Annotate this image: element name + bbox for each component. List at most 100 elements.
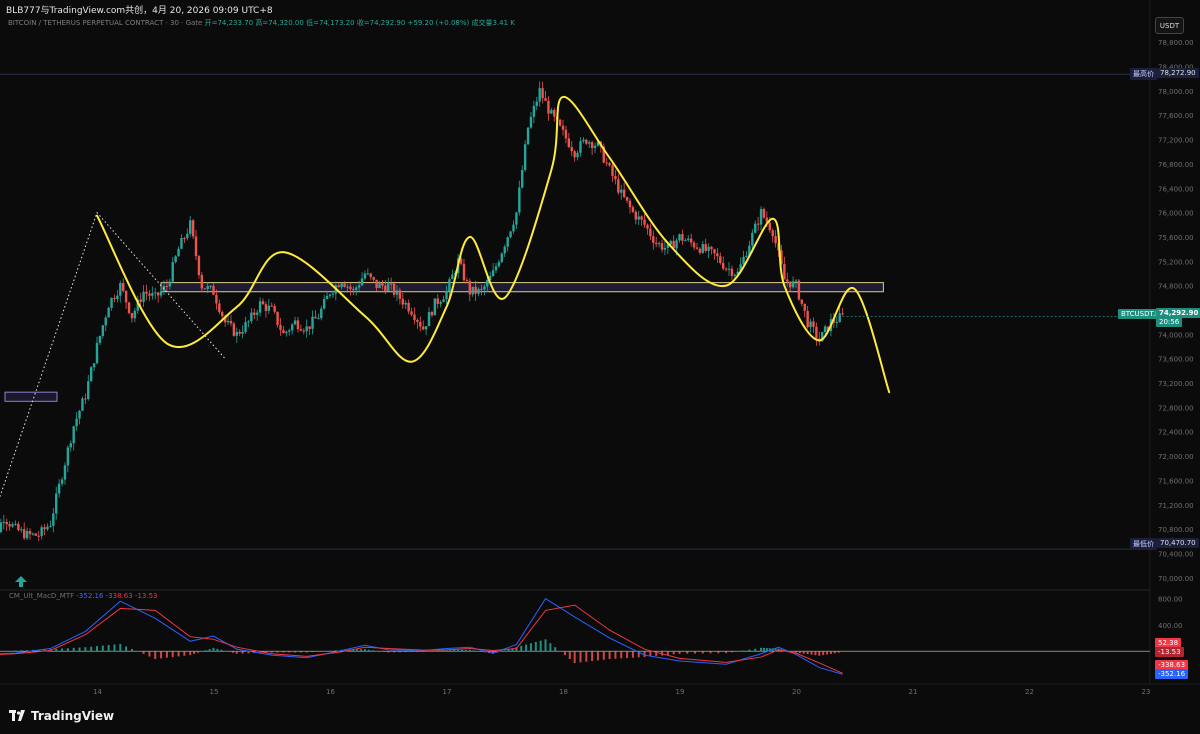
up-arrow-icon: [15, 576, 27, 587]
candle-body: [617, 179, 620, 193]
histogram-bar: [387, 651, 390, 653]
candle-body: [43, 527, 46, 530]
candle-body: [751, 232, 754, 246]
candle-body: [515, 212, 518, 225]
candle-body: [663, 247, 667, 250]
candle-body: [381, 283, 384, 286]
candle-body: [675, 240, 678, 249]
candle-body: [148, 293, 151, 296]
time-tick-label: 22: [1025, 688, 1034, 696]
candle-body: [631, 207, 635, 212]
histogram-bar: [686, 651, 689, 654]
candle-body: [573, 151, 576, 158]
candle-body: [727, 268, 731, 270]
candle-body: [608, 163, 611, 166]
candle-body: [503, 246, 506, 254]
macd-tick-label: 800.00: [1158, 596, 1183, 604]
candle-body: [681, 234, 684, 241]
histogram-bar: [379, 651, 382, 652]
candle-body: [582, 139, 585, 142]
candle-body: [226, 320, 230, 323]
histogram-bar: [437, 650, 440, 652]
candle-body: [689, 238, 693, 243]
histogram-bar: [534, 641, 537, 652]
candle-body: [290, 324, 294, 331]
candle-body: [2, 521, 5, 523]
histogram-bar: [464, 649, 467, 652]
histogram-bar: [579, 651, 582, 663]
histogram-bar: [367, 649, 370, 652]
candle-body: [87, 381, 90, 400]
candle-body: [477, 288, 480, 294]
histogram-bar: [730, 651, 733, 653]
price-tick-label: 71,600.00: [1158, 477, 1194, 485]
candle-body: [491, 270, 495, 276]
histogram-bar: [20, 650, 23, 652]
candle-body: [95, 342, 99, 364]
candle-body: [337, 285, 340, 288]
candle-body: [180, 238, 183, 249]
candle-body: [110, 297, 113, 308]
histogram-bar: [282, 651, 285, 653]
currency-button[interactable]: USDT: [1155, 17, 1184, 34]
candle-body: [98, 335, 102, 343]
time-tick-label: 18: [559, 688, 568, 696]
candle-body: [69, 443, 72, 448]
histogram-bar: [760, 647, 763, 652]
histogram-bar: [709, 651, 712, 654]
candle-body: [529, 116, 533, 128]
histogram-bar: [196, 651, 199, 653]
candle-body: [433, 298, 437, 316]
histogram-bar: [520, 645, 523, 652]
candle-body: [523, 144, 527, 170]
candle-body: [634, 211, 638, 220]
candle-body: [378, 283, 381, 289]
histogram-bar: [241, 651, 244, 654]
time-tick-label: 14: [93, 688, 102, 696]
price-tick-label: 70,400.00: [1158, 550, 1194, 558]
candle-body: [550, 109, 553, 114]
histogram-bar: [748, 649, 751, 652]
candle-body: [389, 283, 393, 285]
candle-body: [5, 521, 8, 525]
candle-body: [395, 290, 399, 295]
histogram-bar: [525, 644, 528, 652]
histogram-bar: [317, 651, 320, 652]
candle-body: [570, 147, 573, 152]
candle-body: [209, 285, 212, 287]
histogram-bar: [694, 651, 697, 654]
candle-body: [235, 331, 238, 336]
candle-body: [37, 535, 40, 537]
candle-body: [768, 222, 771, 231]
candle-body: [165, 285, 169, 287]
low-price-label: 最低价: [1130, 538, 1157, 550]
candle-body: [588, 142, 591, 144]
candle-body: [436, 298, 439, 304]
candle-body: [139, 299, 142, 302]
candle-body: [293, 320, 297, 325]
candle-body: [122, 283, 125, 291]
candle-body: [579, 141, 582, 153]
candle-body: [841, 313, 844, 315]
candle-body: [448, 279, 451, 292]
candle-body: [17, 523, 20, 531]
tradingview-logo[interactable]: TradingView: [9, 709, 114, 723]
candle-body: [331, 293, 335, 295]
histogram-bar: [795, 651, 797, 653]
candle-body: [305, 326, 308, 332]
price-chart[interactable]: 70,000.00 70,400.00 70,800.00 71,200.00 71,6…: [0, 0, 1200, 734]
candle-body: [314, 316, 317, 319]
candle-body: [774, 236, 777, 244]
candle-body: [279, 324, 282, 330]
candle-body: [512, 224, 515, 232]
price-tick-label: 75,600.00: [1158, 234, 1194, 242]
histogram-bar: [363, 649, 366, 652]
histogram-bar: [212, 647, 215, 652]
histogram-bar: [228, 651, 231, 652]
candle-body: [238, 331, 241, 334]
histogram-bar: [549, 643, 552, 652]
price-tick-label: 77,200.00: [1158, 137, 1194, 145]
candle-body: [232, 323, 236, 336]
macd-tick-label: 400.00: [1158, 622, 1183, 630]
price-tick-label: 73,600.00: [1158, 356, 1194, 364]
